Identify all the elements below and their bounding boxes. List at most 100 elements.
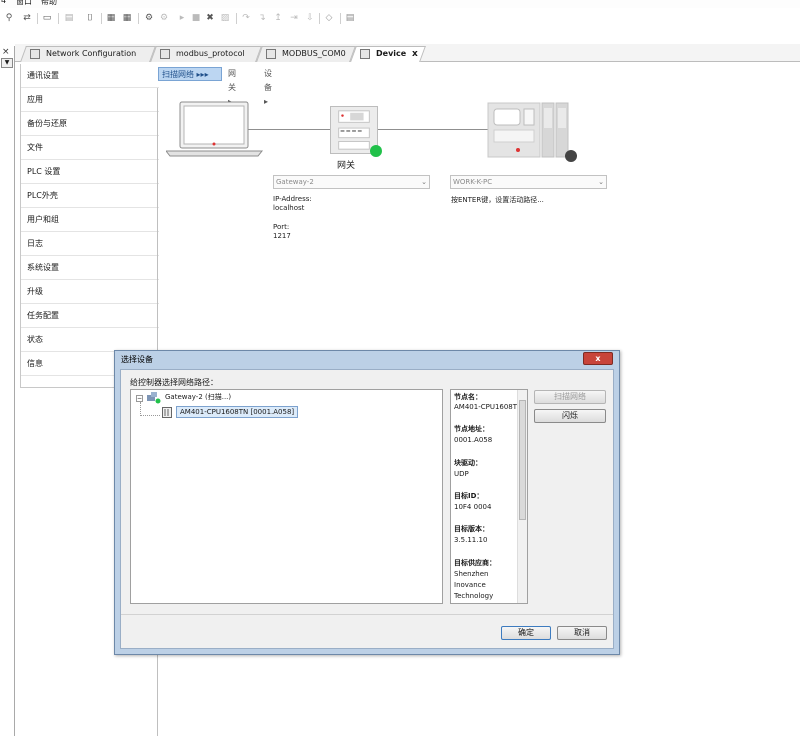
find-replace-icon[interactable]: ⇄ [22,13,32,23]
device-sidenav: 通讯设置 应用 备份与还原 文件 PLC 设置 PLC外壳 用户和组 日志 系统… [20,64,159,388]
info-value-target-version: 3.5.11.10 [454,536,488,544]
toolbar: ⚲ ⇄ ▭ ▤ ⌷ ▦ ▦ ⚙ ⚙ ▸ ■ ✖ ▨ ↷ ↴ ↥ ⇥ ⇩ ◇ ▤ [0,8,800,30]
build-icon[interactable]: ▦ [106,13,116,23]
sidenav-item-communication[interactable]: 通讯设置 [21,64,159,88]
left-panel-strip: × ▼ [0,46,15,736]
menu-bar: 4 窗口 帮助 [0,0,800,8]
tree-item-gateway[interactable]: Gateway-2 (扫描...) [165,392,231,402]
sidenav-item-task-config[interactable]: 任务配置 [21,304,159,328]
toolbar-separator [138,13,139,24]
sidenav-item-system-settings[interactable]: 系统设置 [21,256,159,280]
sidenav-item-application[interactable]: 应用 [21,88,159,112]
device-select[interactable]: WORK-K-PC ⌄ [450,175,607,189]
ok-button[interactable]: 确定 [501,626,551,640]
chevron-down-icon: ⌄ [421,178,427,186]
print-icon[interactable]: ▭ [42,13,52,23]
sidenav-item-files[interactable]: 文件 [21,136,159,160]
sidenav-item-upgrade[interactable]: 升级 [21,280,159,304]
tab-network-configuration[interactable]: Network Configuration [20,46,156,62]
info-label-target-version: 目标版本： [454,525,489,533]
step-into-icon[interactable]: ↴ [257,13,267,23]
info-label-target-vendor: 目标供应商： [454,559,496,567]
tree-item-device[interactable]: AM401-CPU1608TN [0001.A058] [176,406,299,418]
binoculars-icon[interactable]: ⚲ [4,13,14,23]
cancel-button[interactable]: 取消 [557,626,607,640]
step-over-icon[interactable]: ↷ [241,13,251,23]
close-icon[interactable]: × [2,47,10,57]
device-icon [160,49,170,59]
plc-device-icon[interactable] [486,102,571,158]
info-scrollbar-thumb[interactable] [519,400,526,520]
toolbar-separator [58,13,59,24]
stop-icon[interactable]: ■ [191,13,201,23]
network-config-icon [30,49,40,59]
port-value: 1217 [273,232,291,240]
chevron-down-icon: ⌄ [598,178,604,186]
menu-item-window[interactable]: 窗口 [16,0,32,7]
menu-item-window-number[interactable]: 4 [1,0,6,5]
info-value-node-address: 0001.A058 [454,436,493,444]
sidenav-item-log[interactable]: 日志 [21,232,159,256]
device-tree-icon [162,407,172,418]
sidenav-item-status[interactable]: 状态 [21,328,159,352]
sidenav-item-users-groups[interactable]: 用户和组 [21,208,159,232]
info-label-node-name: 节点名： [454,393,482,401]
sidenav-item-backup-restore[interactable]: 备份与还原 [21,112,159,136]
run-to-cursor-icon[interactable]: ⇥ [289,13,299,23]
dialog-instruction: 给控制器选择网络路径： [130,378,218,387]
step-out-icon[interactable]: ↥ [273,13,283,23]
tab-device[interactable]: Device x [350,46,426,62]
dialog-separator [121,614,613,615]
device-status-indicator [565,150,577,162]
tab-label: Device [376,49,407,58]
gateway-select-value: Gateway-2 [276,178,314,186]
tab-label: Network Configuration [46,49,137,58]
close-icon[interactable]: x [583,352,613,365]
info-label-block-driver: 块驱动： [454,459,482,467]
collapse-icon[interactable]: − [136,395,143,402]
crumb-label: 网关 [228,69,236,92]
gateway-status-indicator [370,145,382,157]
toolbar-separator [319,13,320,24]
device-select-value: WORK-K-PC [453,178,493,186]
editor-tab-bar: Network Configuration modbus_protocol MO… [15,44,800,62]
dialog-title: 选择设备 [121,355,153,364]
tab-modbus-com0[interactable]: MODBUS_COM0 [256,46,356,62]
write-values-icon[interactable]: ⇩ [305,13,315,23]
reset-icon[interactable]: ✖ [205,13,215,23]
crumb-device[interactable]: 设备 ▸ [261,67,275,106]
logout-icon[interactable]: ⚙ [159,13,169,23]
select-device-dialog: 选择设备 x 给控制器选择网络路径： − Gateway-2 (扫描...) A… [114,350,620,655]
login-icon[interactable]: ⚙ [144,13,154,23]
tree-connector [140,402,141,416]
tab-label: modbus_protocol [176,49,245,58]
sidenav-item-plc-settings[interactable]: PLC 设置 [21,160,159,184]
info-value-block-driver: UDP [454,470,469,478]
info-value-node-name: AM401-CPU1608TN [454,403,523,411]
monitor-icon[interactable]: ◇ [324,13,334,23]
run-icon[interactable]: ▸ [177,13,187,23]
gateway-select[interactable]: Gateway-2 ⌄ [273,175,430,189]
device-icon [360,49,370,59]
sidenav-item-plc-shell[interactable]: PLC外壳 [21,184,159,208]
crumb-scan-network[interactable]: 扫描网络 ▸▸▸ [158,67,222,81]
info-label-node-address: 节点地址： [454,425,489,433]
info-scrollbar[interactable] [517,390,527,603]
undo-icon[interactable]: ▤ [64,13,74,23]
gateway-label: 网关 [336,161,355,171]
rebuild-icon[interactable]: ▦ [122,13,132,23]
tree-item-device-label: AM401-CPU1608TN [0001.A058] [180,408,295,416]
chevron-down-icon[interactable]: ▼ [1,58,13,68]
ip-address-value: localhost [273,204,305,212]
port-label: Port: [273,223,290,231]
new-object-icon[interactable]: ⌷ [85,13,95,23]
tab-modbus-protocol[interactable]: modbus_protocol [150,46,262,62]
close-tab-icon[interactable]: x [412,47,418,61]
device-info-panel: 节点名： AM401-CPU1608TN 节点地址： 0001.A058 块驱动… [450,389,528,604]
wink-button[interactable]: 闪烁 [534,409,606,423]
menu-item-help[interactable]: 帮助 [41,0,57,7]
monitor-icon[interactable]: ▤ [345,13,355,23]
crumb-gateway[interactable]: 网关 ▸ [225,67,239,106]
clear-breakpoints-icon[interactable]: ▨ [220,13,230,23]
scan-network-button[interactable]: 扫描网络 [534,390,606,404]
